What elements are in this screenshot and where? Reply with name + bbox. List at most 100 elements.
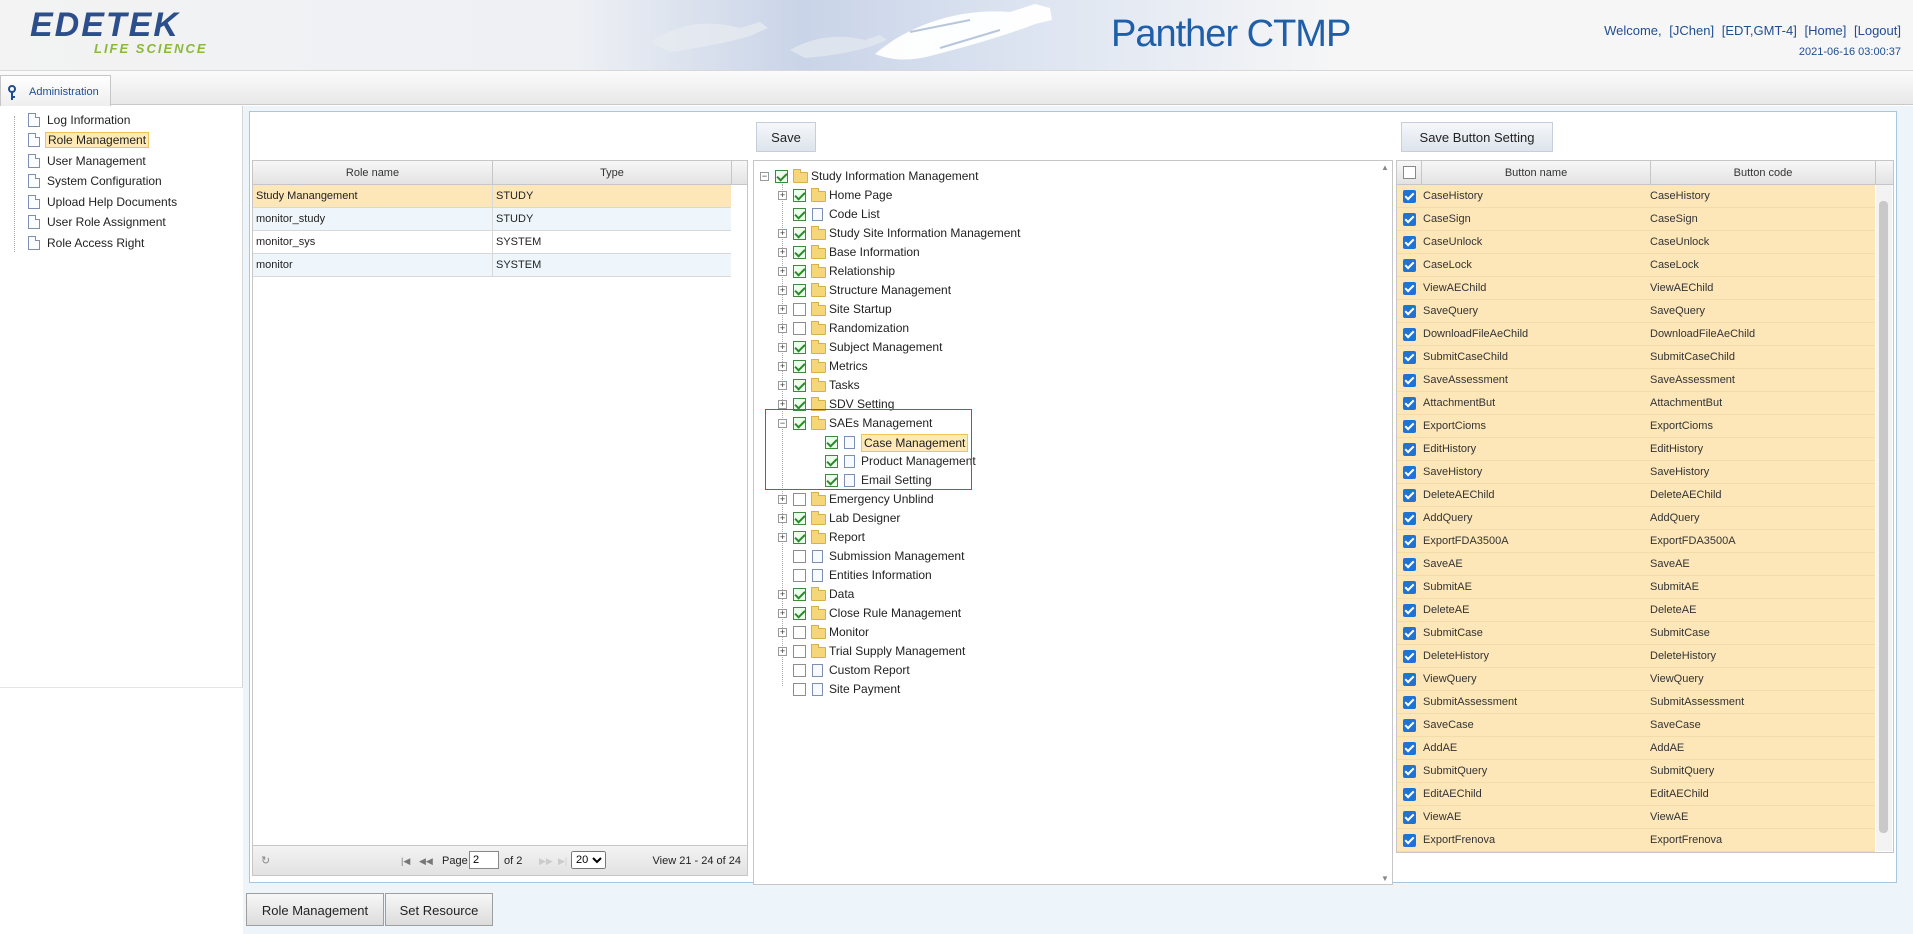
table-row[interactable]: monitor_study STUDY [253,208,731,231]
tree-checkbox[interactable] [793,588,806,601]
tree-checkbox[interactable] [793,246,806,259]
table-row[interactable]: ExportCioms ExportCioms [1397,415,1875,438]
tab-set-resource[interactable]: Set Resource [385,893,493,926]
sidebar-item-user-management[interactable]: User Management [28,154,148,172]
table-row[interactable]: ExportFDA3500A ExportFDA3500A [1397,530,1875,553]
row-checkbox[interactable] [1403,627,1416,640]
tree-checkbox[interactable] [793,531,806,544]
button-grid-scrollbar[interactable] [1876,185,1892,851]
table-row[interactable]: ViewAE ViewAE [1397,806,1875,829]
tree-checkbox[interactable] [793,227,806,240]
expand-icon[interactable]: + [778,286,787,295]
page-number-input[interactable] [469,851,499,869]
row-checkbox[interactable] [1403,466,1416,479]
tab-role-management[interactable]: Role Management [246,893,384,926]
expand-icon[interactable]: + [778,362,787,371]
tree-checkbox[interactable] [793,265,806,278]
row-checkbox[interactable] [1403,673,1416,686]
expand-icon[interactable]: + [778,590,787,599]
row-checkbox[interactable] [1403,236,1416,249]
column-header-button-name[interactable]: Button name [1421,161,1650,185]
tree-checkbox[interactable] [793,512,806,525]
table-row[interactable]: SubmitAE SubmitAE [1397,576,1875,599]
tree-checkbox[interactable] [793,550,806,563]
logout-link[interactable]: [Logout] [1854,23,1901,38]
tree-checkbox[interactable] [793,360,806,373]
row-checkbox[interactable] [1403,650,1416,663]
expand-icon[interactable]: + [778,248,787,257]
row-checkbox[interactable] [1403,328,1416,341]
table-row[interactable]: AddAE AddAE [1397,737,1875,760]
tree-checkbox[interactable] [793,208,806,221]
table-row[interactable]: monitor SYSTEM [253,254,731,277]
expand-icon[interactable]: + [778,628,787,637]
table-row[interactable]: EditAEChild EditAEChild [1397,783,1875,806]
row-checkbox[interactable] [1403,420,1416,433]
table-row[interactable]: ViewQuery ViewQuery [1397,668,1875,691]
tree-scrollbar[interactable]: ▲ ▼ [1379,163,1391,883]
table-row[interactable]: CaseUnlock CaseUnlock [1397,231,1875,254]
expand-icon[interactable]: + [778,647,787,656]
row-checkbox[interactable] [1403,558,1416,571]
expand-icon[interactable]: + [778,533,787,542]
tree-checkbox[interactable] [793,493,806,506]
table-row[interactable]: monitor_sys SYSTEM [253,231,731,254]
sidebar-item-upload-help-documents[interactable]: Upload Help Documents [28,195,179,213]
row-checkbox[interactable] [1403,604,1416,617]
tab-administration[interactable]: Administration [0,75,111,106]
column-header-button-code[interactable]: Button code [1650,161,1875,185]
row-checkbox[interactable] [1403,259,1416,272]
refresh-icon[interactable]: ↻ [261,846,270,876]
tree-checkbox[interactable] [793,322,806,335]
row-checkbox[interactable] [1403,788,1416,801]
expand-icon[interactable]: + [778,343,787,352]
save-button-setting-button[interactable]: Save Button Setting [1401,122,1553,152]
table-row[interactable]: SubmitAssessment SubmitAssessment [1397,691,1875,714]
row-checkbox[interactable] [1403,535,1416,548]
tree-checkbox[interactable] [793,664,806,677]
table-row[interactable]: CaseSign CaseSign [1397,208,1875,231]
tree-checkbox[interactable] [793,189,806,202]
collapse-icon[interactable]: − [760,172,769,181]
row-checkbox[interactable] [1403,811,1416,824]
row-checkbox[interactable] [1403,397,1416,410]
save-button[interactable]: Save [756,122,816,152]
tree-checkbox[interactable] [793,683,806,696]
expand-icon[interactable]: + [778,609,787,618]
sidebar-item-role-management[interactable]: Role Management [28,132,150,151]
tree-checkbox[interactable] [793,607,806,620]
expand-icon[interactable]: + [778,191,787,200]
row-checkbox[interactable] [1403,834,1416,847]
scroll-thumb[interactable] [1879,201,1888,833]
table-row[interactable]: SaveQuery SaveQuery [1397,300,1875,323]
row-checkbox[interactable] [1403,374,1416,387]
expand-icon[interactable]: + [778,229,787,238]
sidebar-item-log-information[interactable]: Log Information [28,113,132,131]
table-row[interactable]: ViewAEChild ViewAEChild [1397,277,1875,300]
table-row[interactable]: CaseHistory CaseHistory [1397,185,1875,208]
table-row[interactable]: SaveAssessment SaveAssessment [1397,369,1875,392]
tree-checkbox[interactable] [793,379,806,392]
tree-checkbox[interactable] [775,170,788,183]
table-row[interactable]: DeleteAEChild DeleteAEChild [1397,484,1875,507]
select-all-checkbox[interactable] [1402,166,1416,179]
sidebar-item-system-configuration[interactable]: System Configuration [28,174,164,192]
table-row[interactable]: SaveHistory SaveHistory [1397,461,1875,484]
page-size-select[interactable]: 20 [571,851,606,869]
expand-icon[interactable]: + [778,381,787,390]
last-page-icon[interactable]: ▶| [558,846,567,876]
table-row[interactable]: SubmitCase SubmitCase [1397,622,1875,645]
expand-icon[interactable]: + [778,324,787,333]
row-checkbox[interactable] [1403,190,1416,203]
expand-icon[interactable]: + [778,400,787,409]
next-page-icon[interactable]: ▶▶ [539,846,553,876]
expand-icon[interactable]: + [778,305,787,314]
table-row[interactable]: DownloadFileAeChild DownloadFileAeChild [1397,323,1875,346]
row-checkbox[interactable] [1403,213,1416,226]
table-row[interactable]: ExportFrenova ExportFrenova [1397,829,1875,852]
table-row[interactable]: SaveAE SaveAE [1397,553,1875,576]
table-row[interactable]: AddQuery AddQuery [1397,507,1875,530]
row-checkbox[interactable] [1403,351,1416,364]
row-checkbox[interactable] [1403,512,1416,525]
row-checkbox[interactable] [1403,489,1416,502]
